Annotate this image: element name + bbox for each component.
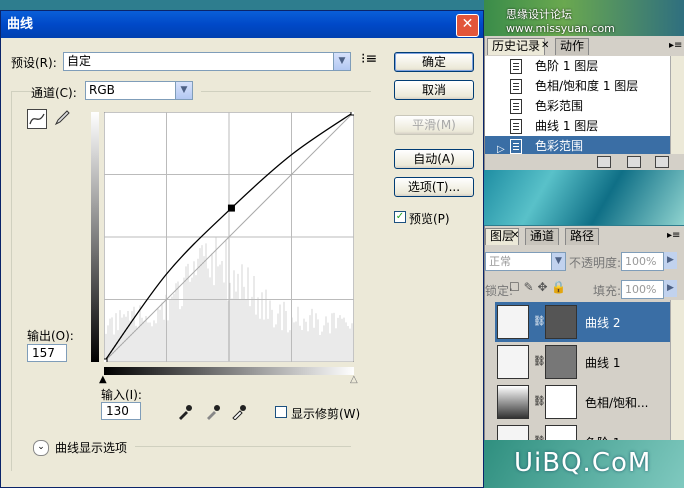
fill-slider-button[interactable]: ▶ (663, 280, 677, 297)
curves-dialog: 曲线 ✕ 预设(R): 自定 ▼ ⁝≡ 通道(C): RGB ▼ ▲ △ 输出(O)… (0, 10, 484, 488)
history-item[interactable]: 色相/饱和度 1 图层 (485, 76, 671, 96)
history-item[interactable]: 曲线 1 图层 (485, 116, 671, 136)
input-field[interactable]: 130 (101, 402, 141, 420)
lock-icons[interactable]: ☐ ✎ ✥ 🔒 (509, 280, 566, 294)
background-photo-middle (484, 170, 684, 225)
panel-menu-icon[interactable]: ▸≡ (669, 40, 682, 51)
input-gradient-bar (104, 367, 354, 375)
hue-saturation-icon (497, 385, 529, 419)
preset-options-icon[interactable]: ⁝≡ (361, 51, 377, 67)
output-label: 输出(O): (27, 329, 74, 343)
opacity-slider-button[interactable]: ▶ (663, 252, 677, 269)
document-icon (510, 119, 522, 134)
output-gradient-bar (91, 112, 99, 362)
auto-button[interactable]: 自动(A) (394, 149, 474, 169)
group-border (201, 91, 371, 92)
document-icon (510, 79, 522, 94)
layer-row[interactable]: ⛓ 曲线 1 (495, 342, 671, 382)
history-footer (485, 154, 684, 170)
history-panel: 历史记录 ✕ 动作 ▸≡ 色阶 1 图层 色相/饱和度 1 图层 色彩范围 曲线… (484, 36, 684, 170)
curves-adjustment-icon (497, 345, 529, 379)
white-eyedropper-icon[interactable] (231, 404, 247, 421)
divider (135, 446, 351, 447)
dialog-title: 曲线 (7, 17, 34, 32)
close-icon[interactable]: ✕ (456, 14, 479, 37)
expand-icon[interactable]: ⌄ (33, 440, 49, 456)
layer-row[interactable]: ⛓ 色相/饱和... (495, 382, 671, 422)
preset-label: 预设(R): (11, 56, 57, 70)
watermark-top: 思缘设计论坛 www.missyuan.com (506, 8, 615, 35)
tab-actions[interactable]: 动作 (555, 38, 590, 55)
channel-label: 通道(C): (31, 86, 77, 100)
layers-panel-tabs: 图层 ✕ 通道 路径 ▸≡ (485, 226, 684, 245)
trash-icon[interactable] (655, 156, 669, 168)
curve-graph[interactable] (104, 112, 354, 362)
fill-field[interactable]: 100% (621, 280, 664, 299)
history-item-selected[interactable]: ▷ 色彩范围 (485, 136, 671, 156)
watermark-bottom: UiBQ.CoM (514, 448, 652, 478)
blend-row: 正常 ▼ 不透明度: 100% ▶ (485, 250, 684, 272)
gray-eyedropper-icon[interactable] (205, 404, 221, 420)
layer-mask[interactable] (545, 385, 577, 419)
close-icon[interactable]: ✕ (511, 230, 519, 241)
blend-mode-select[interactable]: 正常 ▼ (485, 252, 566, 271)
chevron-down-icon: ▼ (551, 253, 565, 270)
history-item[interactable]: 色阶 1 图层 (485, 56, 671, 76)
curve-control-point[interactable] (227, 204, 235, 212)
curve-control-point[interactable] (104, 358, 108, 362)
white-point-slider-icon[interactable]: △ (350, 374, 358, 385)
camera-icon[interactable] (627, 156, 641, 168)
layer-row-selected[interactable]: ⛓ 曲线 2 (495, 302, 671, 342)
document-icon (510, 99, 522, 114)
smooth-button[interactable]: 平滑(M) (394, 115, 474, 135)
group-border (11, 91, 12, 471)
black-eyedropper-icon[interactable] (177, 404, 193, 420)
preview-label: 预览(P) (409, 212, 450, 226)
curve-control-point[interactable] (350, 112, 354, 116)
show-clipping-checkbox[interactable] (275, 406, 287, 418)
close-icon[interactable]: ✕ (541, 40, 549, 51)
preset-select[interactable]: 自定 ▼ (63, 52, 351, 71)
tab-channels[interactable]: 通道 (525, 228, 560, 245)
history-list: 色阶 1 图层 色相/饱和度 1 图层 色彩范围 曲线 1 图层 ▷ 色彩范围 (485, 56, 684, 156)
link-icon: ⛓ (533, 316, 546, 327)
cancel-button[interactable]: 取消 (394, 80, 474, 100)
ok-button[interactable]: 确定 (394, 52, 474, 72)
link-icon: ⛓ (533, 356, 546, 367)
input-label: 输入(I): (101, 388, 142, 402)
history-panel-tabs: 历史记录 ✕ 动作 ▸≡ (485, 36, 684, 55)
lock-row: 锁定: ☐ ✎ ✥ 🔒 填充: 100% ▶ (485, 278, 684, 300)
group-border (11, 91, 31, 92)
preview-checkbox[interactable]: ✓ (394, 211, 406, 223)
tab-history[interactable]: 历史记录 (487, 38, 546, 55)
layer-mask[interactable] (545, 345, 577, 379)
history-scrollbar[interactable] (670, 56, 684, 156)
dialog-titlebar[interactable]: 曲线 ✕ (1, 11, 483, 38)
chevron-down-icon: ▼ (175, 82, 192, 99)
new-document-icon[interactable] (597, 156, 611, 168)
tab-paths[interactable]: 路径 (565, 228, 600, 245)
channel-select[interactable]: RGB ▼ (85, 81, 193, 100)
options-button[interactable]: 选项(T)... (394, 177, 474, 197)
curve-options-label: 曲线显示选项 (55, 441, 128, 455)
output-field[interactable]: 157 (27, 344, 67, 362)
history-item[interactable]: 色彩范围 (485, 96, 671, 116)
curve-point-tool-icon[interactable] (27, 109, 47, 129)
black-point-slider-icon[interactable]: ▲ (99, 374, 107, 385)
link-icon: ⛓ (533, 396, 546, 407)
document-icon (510, 59, 522, 74)
pencil-icon[interactable] (53, 109, 73, 129)
opacity-field[interactable]: 100% (621, 252, 664, 271)
panel-menu-icon[interactable]: ▸≡ (667, 230, 680, 241)
show-clipping-label: 显示修剪(W) (291, 407, 361, 421)
document-icon (510, 139, 522, 154)
chevron-down-icon: ▼ (333, 53, 350, 70)
curves-adjustment-icon (497, 305, 529, 339)
layer-mask[interactable] (545, 305, 577, 339)
